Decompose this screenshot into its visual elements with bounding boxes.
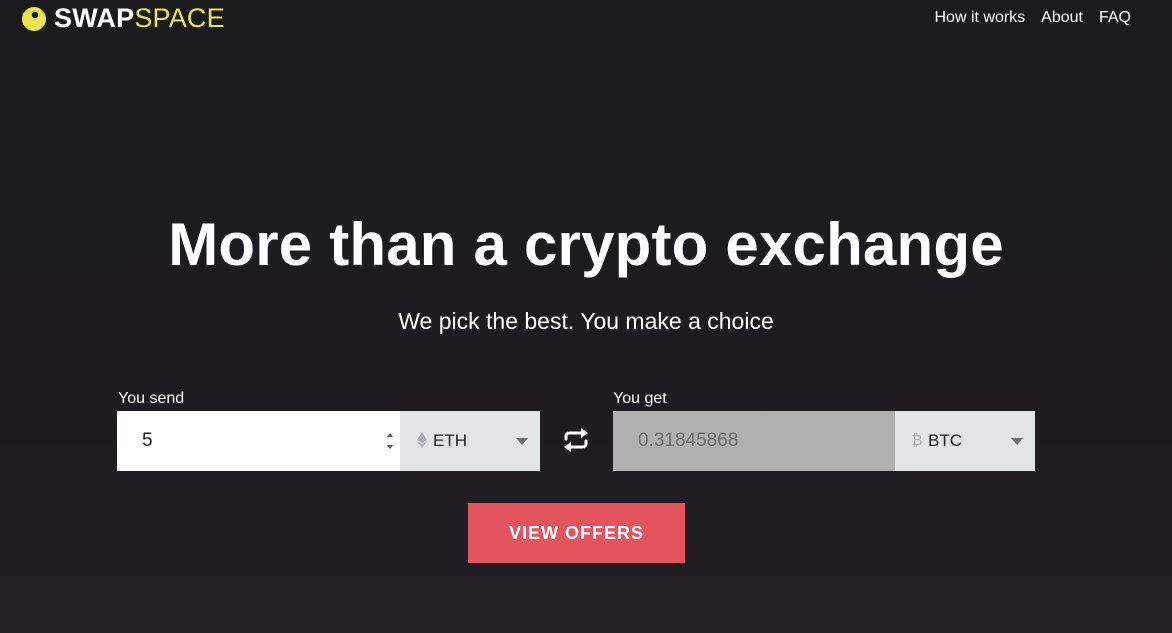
logo-text-space: SPACE [134, 3, 225, 33]
chevron-down-icon [1011, 438, 1023, 445]
stepper-up-icon[interactable] [386, 433, 393, 437]
site-header: SWAPSPACE How it works About FAQ [0, 0, 1172, 38]
swapspace-logo[interactable]: SWAPSPACE [22, 5, 225, 32]
swap-currencies-button[interactable] [560, 424, 592, 456]
send-amount-input[interactable] [117, 411, 377, 471]
amount-stepper[interactable] [382, 430, 397, 452]
view-offers-button[interactable]: VIEW OFFERS [468, 503, 685, 563]
bitcoin-icon: ₿ [911, 432, 923, 449]
main-nav: How it works About FAQ [934, 9, 1131, 27]
logo-icon [22, 6, 46, 31]
send-amount-field [117, 411, 400, 471]
get-currency-code: BTC [928, 431, 962, 450]
nav-about[interactable]: About [1041, 9, 1083, 27]
chevron-down-icon [516, 438, 528, 445]
swap-arrows-icon [564, 428, 588, 452]
stepper-down-icon[interactable] [386, 445, 393, 449]
ethereum-icon [416, 432, 428, 450]
hero-subtitle: We pick the best. You make a choice [398, 308, 774, 334]
logo-text-swap: SWAP [54, 3, 135, 33]
get-currency-select[interactable]: ₿ BTC [895, 411, 1035, 471]
bottom-section [0, 576, 1172, 633]
send-currency-select[interactable]: ETH [400, 411, 540, 471]
send-currency-code: ETH [433, 431, 467, 450]
logo-text: SWAPSPACE [54, 5, 225, 32]
get-amount-value: 0.31845868 [638, 430, 739, 451]
nav-faq[interactable]: FAQ [1099, 9, 1131, 27]
get-amount-field: 0.31845868 [613, 411, 895, 471]
you-get-label: You get [613, 390, 667, 407]
hero-title: More than a crypto exchange [168, 211, 1004, 278]
nav-how-it-works[interactable]: How it works [934, 9, 1025, 27]
you-send-label: You send [118, 390, 185, 407]
